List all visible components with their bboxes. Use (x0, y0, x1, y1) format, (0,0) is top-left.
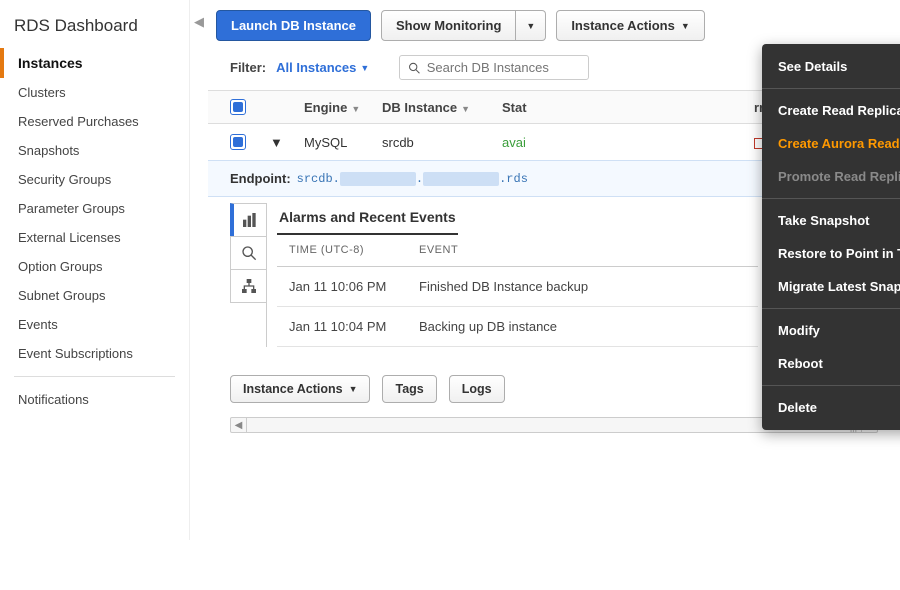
instance-actions-bottom-button[interactable]: Instance Actions ▼ (230, 375, 370, 403)
event-time: Jan 11 10:04 PM (277, 307, 407, 347)
col-engine[interactable]: Engine (304, 100, 347, 115)
collapse-sidebar-icon[interactable]: ◀ (190, 0, 208, 540)
sidebar-item-events[interactable]: Events (0, 310, 189, 339)
endpoint-value: srcdb.xxxxxxxxxx.xxxxxxxxxx.rds (297, 172, 528, 186)
show-monitoring-caret[interactable]: ▼ (516, 10, 546, 41)
caret-down-icon: ▼ (360, 63, 369, 73)
menu-create-aurora-read-replica[interactable]: Create Aurora Read Replica (762, 127, 900, 160)
cell-status: avai (502, 135, 562, 150)
select-all-checkbox[interactable] (230, 99, 246, 115)
instance-actions-button[interactable]: Instance Actions ▼ (556, 10, 704, 41)
menu-promote-read-replica: Promote Read Replica (762, 160, 900, 193)
sidebar-item-reserved[interactable]: Reserved Purchases (0, 107, 189, 136)
sidebar-item-subnet-groups[interactable]: Subnet Groups (0, 281, 189, 310)
sidebar-item-parameter-groups[interactable]: Parameter Groups (0, 194, 189, 223)
menu-separator (762, 88, 900, 89)
tags-button[interactable]: Tags (382, 375, 436, 403)
panel-title: Alarms and Recent Events (277, 203, 458, 235)
filter-label: Filter: (230, 60, 266, 75)
scroll-left-icon[interactable]: ◀ (231, 418, 247, 432)
sidebar-separator (14, 376, 175, 377)
events-table: TIME (UTC-8) EVENT Jan 11 10:06 PM Finis… (277, 234, 758, 347)
menu-take-snapshot[interactable]: Take Snapshot (762, 204, 900, 237)
search-icon (408, 61, 421, 75)
menu-restore-point-in-time[interactable]: Restore to Point in Time (762, 237, 900, 270)
menu-reboot[interactable]: Reboot (762, 347, 900, 380)
sidebar-item-instances[interactable]: Instances (0, 48, 189, 78)
row-checkbox[interactable] (230, 134, 246, 150)
sidebar-item-clusters[interactable]: Clusters (0, 78, 189, 107)
launch-db-instance-button[interactable]: Launch DB Instance (216, 10, 371, 41)
sidebar-item-snapshots[interactable]: Snapshots (0, 136, 189, 165)
endpoint-label: Endpoint: (230, 171, 291, 186)
sidebar-item-security-groups[interactable]: Security Groups (0, 165, 189, 194)
menu-separator (762, 198, 900, 199)
detail-tabs (230, 203, 267, 347)
cell-engine: MySQL (304, 135, 382, 150)
logs-button[interactable]: Logs (449, 375, 505, 403)
event-row: Jan 11 10:06 PM Finished DB Instance bac… (277, 267, 758, 307)
sort-icon: ▼ (351, 104, 360, 114)
tab-alarms[interactable] (230, 203, 266, 237)
cell-db-instance: srcdb (382, 135, 502, 150)
menu-separator (762, 308, 900, 309)
show-monitoring-button[interactable]: Show Monitoring (381, 10, 516, 41)
menu-migrate-latest-snapshot[interactable]: Migrate Latest Snapshot (762, 270, 900, 303)
sort-icon: ▼ (461, 104, 470, 114)
search-input[interactable] (427, 60, 581, 75)
menu-modify[interactable]: Modify (762, 314, 900, 347)
filter-dropdown[interactable]: All Instances ▼ (276, 60, 369, 75)
tab-replication[interactable] (230, 269, 266, 303)
chart-icon (242, 212, 258, 228)
instance-actions-menu: See Details Create Read Replica Create A… (762, 44, 900, 430)
event-time: Jan 11 10:06 PM (277, 267, 407, 307)
menu-create-read-replica[interactable]: Create Read Replica (762, 94, 900, 127)
main-content: Launch DB Instance Show Monitoring ▼ Ins… (208, 0, 900, 540)
col-event: EVENT (407, 234, 758, 267)
caret-down-icon: ▼ (681, 21, 690, 31)
instance-actions-bottom-label: Instance Actions (243, 382, 343, 396)
sidebar-item-event-subscriptions[interactable]: Event Subscriptions (0, 339, 189, 368)
show-monitoring-split: Show Monitoring ▼ (381, 10, 546, 41)
event-text: Backing up DB instance (407, 307, 758, 347)
alarms-panel: Alarms and Recent Events TIME (UTC-8) EV… (277, 203, 758, 347)
col-db-instance[interactable]: DB Instance (382, 100, 457, 115)
caret-down-icon: ▼ (349, 384, 358, 394)
col-status[interactable]: Stat (502, 100, 527, 115)
sidebar-item-option-groups[interactable]: Option Groups (0, 252, 189, 281)
tab-monitoring[interactable] (230, 236, 266, 270)
expand-row-icon[interactable]: ▼ (270, 135, 304, 150)
search-box[interactable] (399, 55, 589, 80)
menu-separator (762, 385, 900, 386)
sidebar-title: RDS Dashboard (0, 10, 189, 48)
menu-delete[interactable]: Delete (762, 391, 900, 424)
event-text: Finished DB Instance backup (407, 267, 758, 307)
event-row: Jan 11 10:04 PM Backing up DB instance (277, 307, 758, 347)
sidebar-item-notifications[interactable]: Notifications (0, 385, 189, 414)
caret-down-icon: ▼ (526, 21, 535, 31)
menu-see-details[interactable]: See Details (762, 50, 900, 83)
magnify-icon (241, 245, 257, 261)
instance-actions-label: Instance Actions (571, 18, 675, 33)
sidebar: RDS Dashboard Instances Clusters Reserve… (0, 0, 190, 540)
col-time: TIME (UTC-8) (277, 234, 407, 267)
sitemap-icon (241, 278, 257, 294)
filter-current: All Instances (276, 60, 356, 75)
sidebar-item-external-licenses[interactable]: External Licenses (0, 223, 189, 252)
